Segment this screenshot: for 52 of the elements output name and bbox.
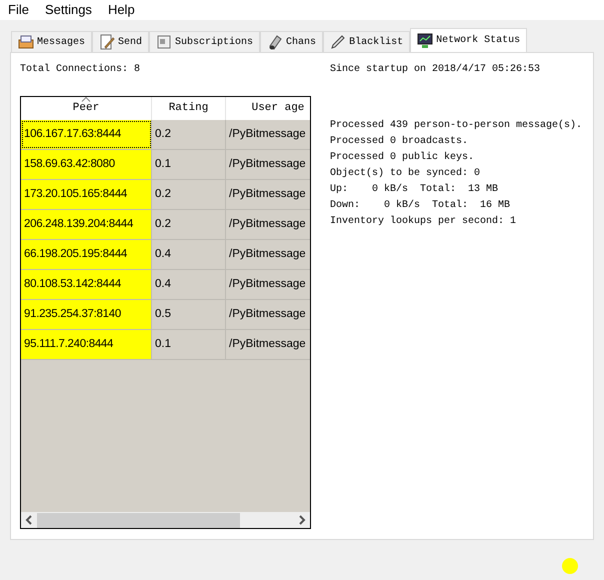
tab[interactable]: Chans	[260, 31, 324, 52]
table-cell[interactable]: 106.167.17.63:8444	[21, 120, 152, 149]
stat-line: Processed 0 broadcasts.	[330, 134, 470, 149]
since-startup: Since startup on 2018/4/17 05:26:53	[330, 64, 542, 76]
table-cell[interactable]: 158.69.63.42:8080	[21, 150, 152, 179]
pen-icon	[330, 34, 346, 50]
table-cell: 0.2	[152, 180, 226, 209]
table-cell: 0.4	[152, 270, 226, 299]
table-cell[interactable]: 95.111.7.240:8444	[21, 330, 152, 359]
stat-line: Inventory lookups per second: 1	[330, 214, 518, 229]
stat-line: Processed 0 public keys.	[330, 150, 476, 165]
table-cell-text: /PyBitmessage	[228, 306, 307, 322]
stat-line: Processed 439 person-to-person message(s).	[330, 118, 582, 133]
tab[interactable]: Network Status	[410, 28, 528, 52]
table-cell: 0.4	[152, 240, 226, 269]
scrollbar-thumb[interactable]	[37, 512, 240, 528]
table-cell[interactable]: 66.198.205.195:8444	[21, 240, 152, 269]
table-cell: 0.1	[152, 150, 226, 179]
table-cell-text: /PyBitmessage	[228, 336, 307, 352]
menu-item[interactable]: Settings	[44, 0, 92, 20]
total-connections: Total Connections: 8	[20, 64, 142, 76]
tab[interactable]: Subscriptions	[149, 31, 260, 52]
menu-item[interactable]: File	[8, 0, 29, 20]
inbox-icon	[18, 34, 34, 50]
menu-item[interactable]: Help	[108, 0, 135, 20]
table-cell-text: /PyBitmessage	[228, 186, 307, 202]
column-header[interactable]: Rating	[152, 97, 226, 120]
table-cell[interactable]: 91.235.254.37:8140	[21, 300, 152, 329]
horizontal-scrollbar[interactable]	[21, 512, 310, 528]
table-cell-text: /PyBitmessage	[228, 216, 307, 232]
stat-line: Down: 0 kB/s Total: 16 MB	[330, 198, 512, 213]
table-cell[interactable]: 80.108.53.142:8444	[21, 270, 152, 299]
stat-line: Object(s) to be synced: 0	[330, 166, 482, 181]
tab[interactable]: Messages	[11, 31, 92, 52]
column-header[interactable]: User age	[226, 97, 310, 120]
table-cell: 0.5	[152, 300, 226, 329]
cylinder-icon	[267, 34, 284, 50]
tab[interactable]: Blacklist	[323, 31, 410, 52]
stat-line: Up: 0 kB/s Total: 13 MB	[330, 182, 500, 197]
table-cell: 0.2	[152, 210, 226, 239]
monitor-icon	[417, 32, 434, 48]
table-cell[interactable]: 206.248.139.204:8444	[21, 210, 152, 239]
document-pencil-icon	[99, 34, 116, 50]
table-cell-text: /PyBitmessage	[228, 246, 307, 262]
table-cell: 0.2	[152, 120, 226, 149]
table-cell-text: /PyBitmessage	[228, 156, 307, 172]
table-cell-text: /PyBitmessage	[228, 276, 307, 292]
table-cell-text: /PyBitmessage	[228, 126, 307, 142]
table-cell: 0.1	[152, 330, 226, 359]
table-cell[interactable]: 173.20.105.165:8444	[21, 180, 152, 209]
newspaper-icon	[156, 34, 172, 50]
tab[interactable]: Send	[92, 31, 150, 52]
